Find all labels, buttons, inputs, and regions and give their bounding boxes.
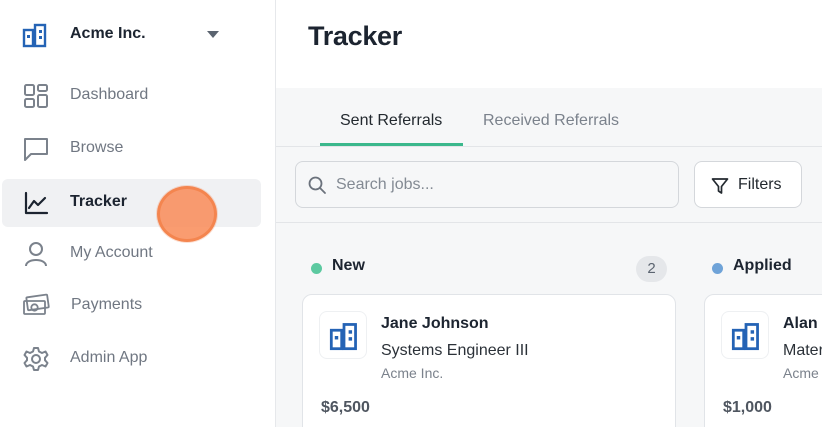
- user-icon: [25, 242, 47, 267]
- sidebar-item-browse[interactable]: Browse: [2, 125, 261, 173]
- org-name: Acme Inc.: [70, 25, 146, 42]
- column-header-new: New 2: [311, 255, 671, 283]
- search-icon: [308, 176, 326, 194]
- dashboard-grid-icon: [24, 84, 48, 108]
- building-icon: [731, 323, 759, 351]
- money-icon: [23, 293, 50, 315]
- search-box[interactable]: [295, 161, 679, 208]
- sidebar-item-tracker[interactable]: Tracker: [2, 179, 261, 227]
- column-title: Applied: [733, 257, 792, 274]
- company-logo: [721, 311, 769, 359]
- filters-label: Filters: [738, 176, 782, 193]
- sidebar-item-label: Dashboard: [70, 86, 149, 103]
- caret-down-icon[interactable]: [207, 31, 219, 38]
- sidebar-item-label: Tracker: [70, 193, 127, 210]
- sidebar-item-admin-app[interactable]: Admin App: [2, 335, 261, 383]
- referral-card[interactable]: Jane Johnson Systems Engineer III Acme I…: [302, 294, 676, 427]
- column-header-applied: Applied: [712, 255, 822, 283]
- gear-icon: [23, 347, 49, 371]
- sidebar-item-label: Payments: [71, 296, 143, 313]
- chat-bubble-icon: [24, 138, 48, 161]
- referral-card[interactable]: Alan T Mater Acme $1,000: [704, 294, 822, 427]
- filter-icon: [711, 178, 729, 194]
- status-dot: [712, 263, 723, 274]
- sidebar-item-payments[interactable]: Payments: [2, 282, 261, 330]
- tab-received-referrals[interactable]: Received Referrals: [483, 112, 619, 130]
- click-indicator: [157, 186, 217, 242]
- column-count-badge: 2: [636, 256, 667, 282]
- sidebar-item-dashboard[interactable]: Dashboard: [2, 72, 261, 120]
- sidebar-item-label: My Account: [70, 244, 153, 261]
- candidate-name: Alan T: [783, 315, 822, 332]
- active-tab-indicator: [320, 143, 463, 146]
- column-title: New: [332, 257, 365, 274]
- job-title: Mater: [783, 342, 822, 359]
- tab-sent-referrals[interactable]: Sent Referrals: [340, 112, 442, 130]
- sidebar: Acme Inc. Dashboard Browse Tracker My Ac…: [0, 0, 276, 427]
- building-icon: [22, 23, 47, 48]
- status-dot: [311, 263, 322, 274]
- toolbar: Filters: [276, 147, 822, 223]
- page-title: Tracker: [308, 21, 402, 51]
- sidebar-item-my-account[interactable]: My Account: [2, 230, 261, 278]
- tracker-panel: Sent Referrals Received Referrals Filter…: [276, 88, 822, 427]
- line-chart-icon: [24, 191, 49, 215]
- candidate-name: Jane Johnson: [381, 315, 489, 332]
- company-logo: [319, 311, 367, 359]
- job-title: Systems Engineer III: [381, 342, 529, 359]
- referral-amount: $6,500: [321, 399, 370, 416]
- company-name: Acme: [783, 365, 819, 381]
- filters-button[interactable]: Filters: [694, 161, 802, 208]
- tab-bar: Sent Referrals Received Referrals: [276, 88, 822, 147]
- search-input[interactable]: [336, 172, 666, 198]
- referral-amount: $1,000: [723, 399, 772, 416]
- company-name: Acme Inc.: [381, 365, 444, 381]
- building-icon: [329, 323, 357, 351]
- sidebar-item-label: Admin App: [70, 349, 148, 366]
- main-content: Tracker Sent Referrals Received Referral…: [276, 0, 822, 427]
- sidebar-item-label: Browse: [70, 139, 124, 156]
- org-switcher[interactable]: Acme Inc.: [0, 0, 276, 70]
